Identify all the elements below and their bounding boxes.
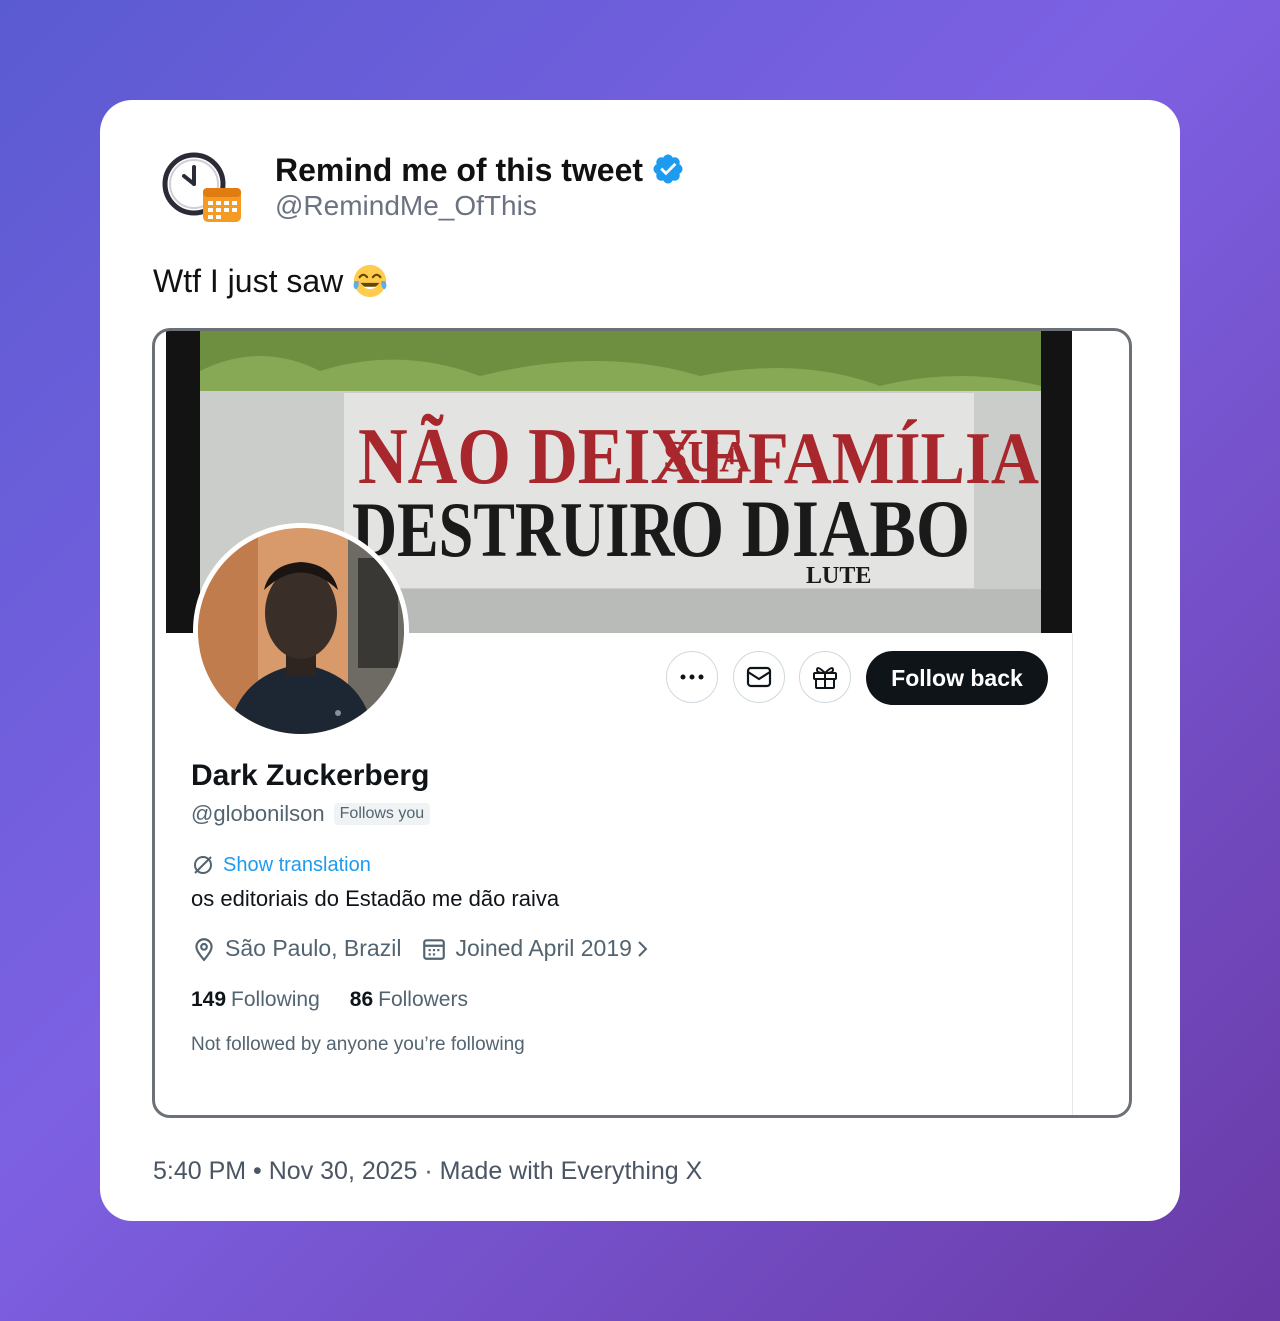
chevron-right-icon[interactable] [632, 937, 652, 961]
follows-you-badge: Follows you [333, 803, 431, 825]
author-name[interactable]: Remind me of this tweet [275, 152, 685, 189]
tears-of-joy-emoji-icon [353, 264, 387, 298]
calendar-icon [423, 938, 446, 960]
tweet-text: Wtf I just saw [153, 262, 389, 300]
gift-button[interactable] [799, 651, 851, 703]
profile-stats: 149 Following 86 Followers [191, 988, 498, 1012]
gift-icon [813, 667, 837, 689]
profile-handle: @globonilson [191, 801, 325, 826]
following-label: Following [231, 988, 320, 1011]
profile-avatar[interactable] [193, 523, 409, 739]
followers-count: 86 [349, 988, 374, 1011]
more-button[interactable] [666, 651, 718, 703]
following-stat[interactable]: 149 Following [191, 988, 320, 1012]
more-icon [680, 674, 704, 680]
banner-text-sua: SUA [663, 432, 751, 481]
followers-label: Followers [378, 988, 468, 1011]
embedded-profile-screenshot[interactable]: NÃO DEIXE SUA FAMÍLIA DESTRUIR O DIABO L… [152, 328, 1132, 1118]
following-count: 149 [191, 988, 227, 1011]
right-divider [1072, 633, 1073, 1115]
location-icon [195, 937, 213, 961]
tweet-card: Remind me of this tweet @RemindMe_OfThis… [100, 100, 1180, 1221]
profile-bio: os editoriais do Estadão me dão raiva [191, 886, 560, 911]
translate-icon [194, 856, 212, 874]
followers-stat[interactable]: 86 Followers [350, 988, 468, 1012]
tweet-text-body: Wtf I just saw [153, 263, 344, 299]
profile-handle-row: @globonilson Follows you [191, 801, 431, 827]
tweet-timestamp-footer: 5:40 PM • Nov 30, 2025 · Made with Every… [153, 1157, 703, 1185]
message-icon [746, 666, 772, 688]
profile-joined-date: Joined April 2019 [455, 935, 632, 961]
author-handle[interactable]: @RemindMe_OfThis [275, 190, 537, 222]
verified-badge-icon [653, 154, 683, 184]
author-name-text: Remind me of this tweet [275, 152, 644, 188]
show-translation-link[interactable]: Show translation [191, 853, 371, 877]
profile-meta: São Paulo, Brazil Joined April 2019 [191, 935, 660, 962]
follow-back-button[interactable]: Follow back [866, 651, 1048, 705]
show-translation-text[interactable]: Show translation [223, 854, 371, 877]
banner-text-o-diabo: O DIABO [670, 484, 970, 575]
profile-display-name: Dark Zuckerberg [191, 759, 430, 792]
message-button[interactable] [733, 651, 785, 703]
banner-text-destruir: DESTRUIR [352, 488, 675, 574]
banner-text-lute: LUTE [806, 563, 871, 589]
clock-calendar-logo [162, 152, 241, 222]
mutual-followers-note: Not followed by anyone you’re following [191, 1034, 525, 1055]
profile-location: São Paulo, Brazil [225, 935, 402, 961]
profile-avatar-image [198, 528, 404, 734]
